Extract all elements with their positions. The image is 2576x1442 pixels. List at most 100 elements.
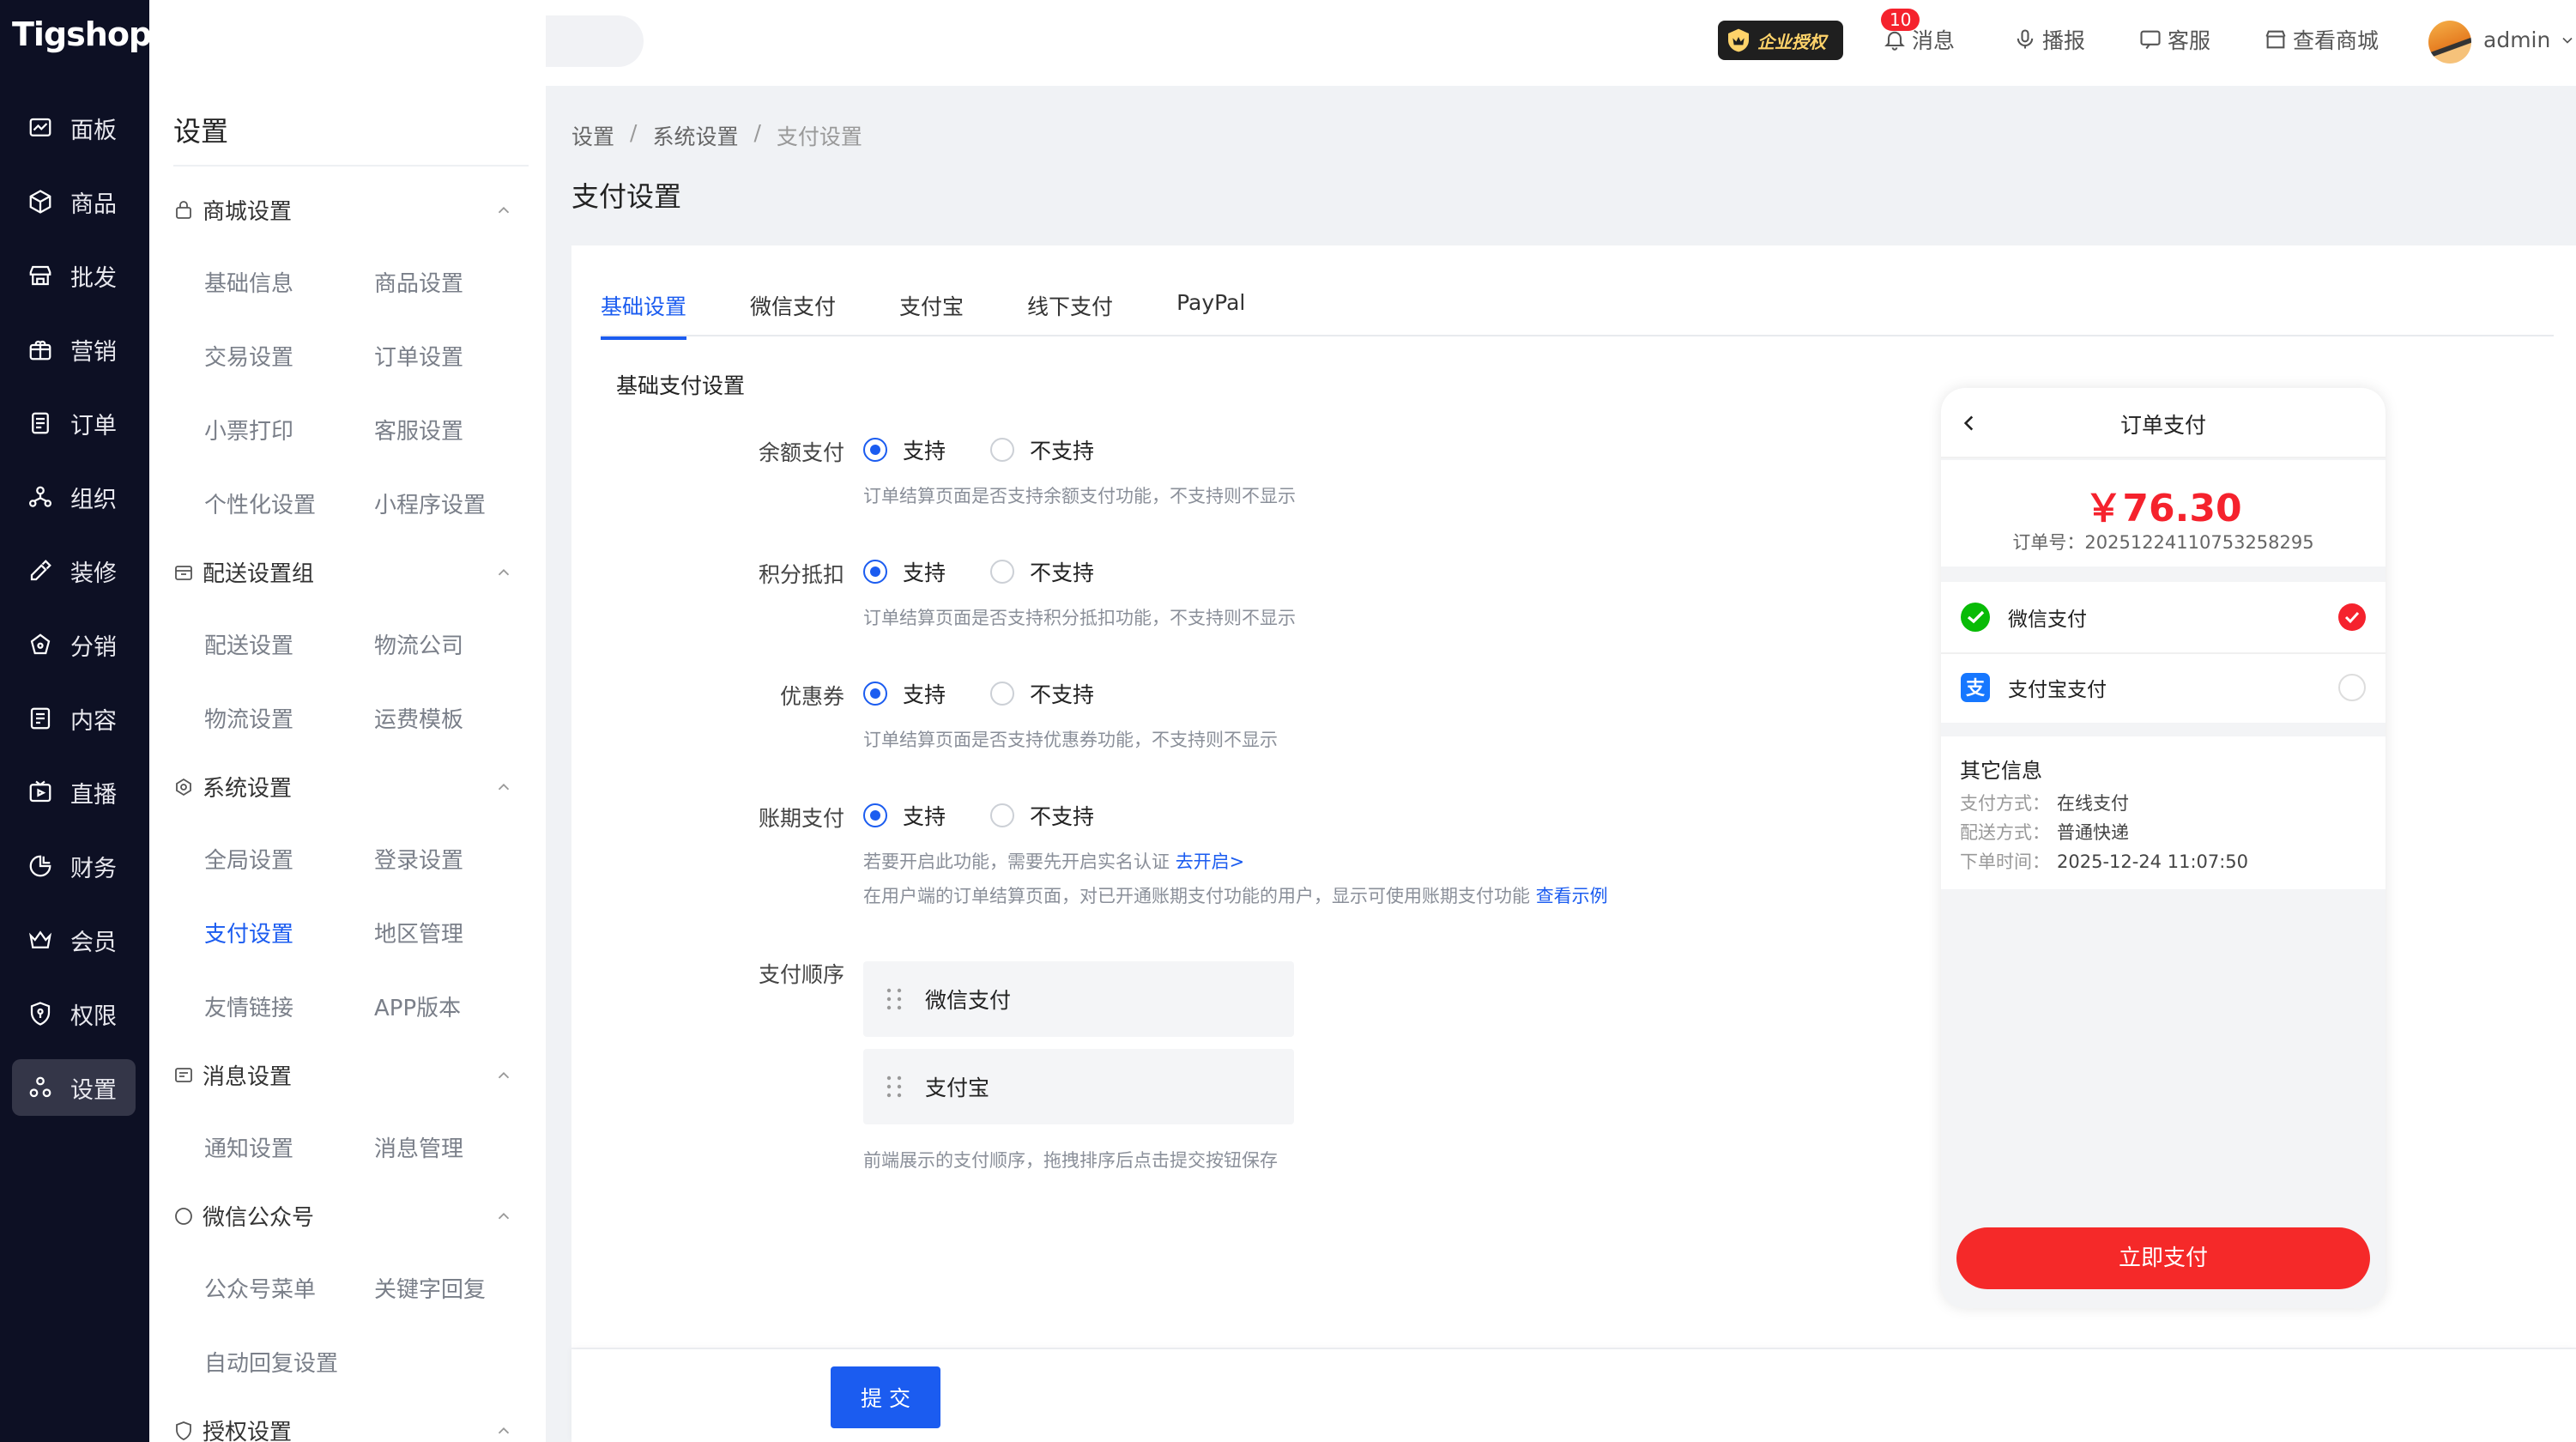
submenu-link[interactable]: 物流设置 <box>204 702 293 734</box>
order-number: 订单号：20251224110753258295 <box>2012 532 2314 553</box>
submenu-link[interactable]: 友情链接 <box>204 991 293 1022</box>
tab-basic-settings[interactable]: 基础设置 <box>601 290 687 340</box>
form-hint: 订单结算页面是否支持优惠券功能，不支持则不显示 <box>863 730 1278 750</box>
group-label: 微信公众号 <box>203 1205 315 1231</box>
tab-alipay[interactable]: 支付宝 <box>899 290 964 338</box>
submenu-link[interactable]: 基础信息 <box>204 266 293 298</box>
group-mall-settings[interactable]: 商城设置 <box>173 194 522 226</box>
submenu-link[interactable]: 商品设置 <box>374 266 463 298</box>
submenu-link[interactable]: 小程序设置 <box>374 488 486 519</box>
group-message-settings[interactable]: 消息设置 <box>173 1059 522 1091</box>
alipay-icon: 支 <box>1961 673 1990 702</box>
submenu-link[interactable]: 登录设置 <box>374 843 463 875</box>
rail-item-distribution[interactable]: 分销 <box>12 616 136 673</box>
radio-points-support[interactable]: 支持 <box>863 556 946 587</box>
page-title: 支付设置 <box>571 180 682 213</box>
tab-paypal[interactable]: PayPal <box>1176 290 1245 338</box>
submenu-link[interactable]: 消息管理 <box>374 1131 463 1163</box>
chevron-up-icon <box>498 568 510 575</box>
breadcrumb-item[interactable]: 设置 <box>571 120 614 151</box>
radio-label: 支持 <box>903 804 946 829</box>
submenu-link[interactable]: APP版本 <box>374 991 461 1022</box>
breadcrumb-separator: / <box>753 120 761 145</box>
pay-order-item[interactable]: 微信支付 <box>863 961 1294 1037</box>
user-menu[interactable]: admin <box>2483 27 2576 52</box>
rail-item-permission[interactable]: 权限 <box>12 985 136 1042</box>
submenu-link[interactable]: 公众号菜单 <box>204 1272 316 1304</box>
pay-method-alipay: 支 支付宝支付 <box>1960 654 2367 721</box>
submenu-link[interactable]: 关键字回复 <box>374 1272 486 1304</box>
submenu-link[interactable]: 客服设置 <box>374 414 463 445</box>
pay-order-item[interactable]: 支付宝 <box>863 1049 1294 1124</box>
form-hint: 订单结算页面是否支持积分抵扣功能，不支持则不显示 <box>863 608 1296 628</box>
rail-item-organization[interactable]: 组织 <box>12 469 136 525</box>
drag-handle-icon <box>886 1075 902 1098</box>
rail-item-dashboard[interactable]: 面板 <box>12 100 136 156</box>
submenu-link[interactable]: 自动回复设置 <box>204 1346 338 1378</box>
user-avatar[interactable] <box>2428 21 2471 64</box>
pay-method-label: 微信支付 <box>2008 609 2087 631</box>
submenu-link-payment-settings[interactable]: 支付设置 <box>204 917 293 948</box>
chevron-up-icon <box>498 1212 510 1219</box>
drag-handle-icon <box>886 988 902 1010</box>
share-icon <box>30 633 51 655</box>
tab-wechat-pay[interactable]: 微信支付 <box>750 290 836 338</box>
rail-item-content[interactable]: 内容 <box>12 690 136 747</box>
rail-item-marketing[interactable]: 营销 <box>12 321 136 378</box>
submenu-link[interactable]: 个性化设置 <box>204 488 316 519</box>
broadcast-button[interactable]: 播报 <box>2013 24 2085 55</box>
pay-amount: ￥76.30 <box>2084 487 2242 530</box>
rail-item-finance[interactable]: 财务 <box>12 838 136 894</box>
view-store-button[interactable]: 查看商城 <box>2264 24 2379 55</box>
rail-label: 组织 <box>70 486 117 513</box>
submenu-link[interactable]: 配送设置 <box>204 628 293 660</box>
radio-credit-not-support[interactable]: 不支持 <box>990 800 1094 831</box>
group-system-settings[interactable]: 系统设置 <box>173 771 522 803</box>
rail-label: 订单 <box>70 412 117 439</box>
tab-offline-pay[interactable]: 线下支付 <box>1027 290 1113 338</box>
submenu-link[interactable]: 地区管理 <box>374 917 463 948</box>
submenu-link[interactable]: 物流公司 <box>374 628 463 660</box>
rail-item-settings[interactable]: 设置 <box>12 1059 136 1116</box>
rail-item-live[interactable]: 直播 <box>12 764 136 821</box>
rail-item-orders[interactable]: 订单 <box>12 395 136 451</box>
enable-link[interactable]: 去开启> <box>1176 851 1245 872</box>
radio-balance-support[interactable]: 支持 <box>863 434 946 465</box>
submenu-link[interactable]: 订单设置 <box>374 340 463 372</box>
main-nav-rail: Tigshop 面板 商品 批发 营销 订单 组织 装修 分销 内容 直播 财务… <box>0 0 152 1442</box>
submenu-link[interactable]: 运费模板 <box>374 702 463 734</box>
preview-title: 订单支付 <box>2119 413 2206 438</box>
enterprise-auth-badge[interactable]: 企业授权 <box>1718 21 1843 60</box>
app-logo[interactable]: Tigshop <box>12 15 152 53</box>
submenu-link[interactable]: 通知设置 <box>204 1131 293 1163</box>
amount-block: ￥76.30 订单号：20251224110753258295 <box>1941 460 2386 566</box>
rail-item-goods[interactable]: 商品 <box>12 173 136 230</box>
breadcrumb-item[interactable]: 系统设置 <box>652 120 738 151</box>
submenu-link[interactable]: 全局设置 <box>204 843 293 875</box>
radio-label: 支持 <box>903 560 946 585</box>
breadcrumb: 设置 / 系统设置 / 支付设置 <box>571 120 862 151</box>
radio-coupon-support[interactable]: 支持 <box>863 678 946 709</box>
radio-balance-not-support[interactable]: 不支持 <box>990 434 1094 465</box>
group-auth-settings[interactable]: 授权设置 <box>173 1415 522 1442</box>
submit-button[interactable]: 提 交 <box>831 1366 940 1428</box>
org-icon <box>29 486 51 507</box>
rail-item-member[interactable]: 会员 <box>12 912 136 968</box>
tabs-underline <box>601 335 2554 336</box>
group-delivery-settings[interactable]: 配送设置组 <box>173 556 522 588</box>
view-example-link[interactable]: 查看示例 <box>1536 886 1608 906</box>
info-value: 在线支付 <box>2057 793 2129 814</box>
radio-points-not-support[interactable]: 不支持 <box>990 556 1094 587</box>
submenu-link[interactable]: 小票打印 <box>204 414 293 445</box>
submenu-link[interactable]: 交易设置 <box>204 340 293 372</box>
pay-now-button[interactable]: 立即支付 <box>1956 1227 2370 1289</box>
rail-item-decoration[interactable]: 装修 <box>12 542 136 599</box>
radio-credit-support[interactable]: 支持 <box>863 800 946 831</box>
group-wechat-official[interactable]: 微信公众号 <box>173 1200 522 1232</box>
radio-coupon-not-support[interactable]: 不支持 <box>990 678 1094 709</box>
messages-label: 消息 <box>1912 28 1956 53</box>
customer-service-button[interactable]: 客服 <box>2138 24 2210 55</box>
chevron-up-icon <box>498 1427 510 1433</box>
auth-badge-label: 企业授权 <box>1757 31 1826 52</box>
rail-item-wholesale[interactable]: 批发 <box>12 247 136 304</box>
